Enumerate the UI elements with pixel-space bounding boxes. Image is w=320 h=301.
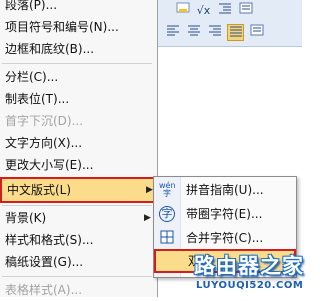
menu-separator bbox=[2, 63, 152, 64]
menu-item-paragraph[interactable]: 段落(P)... bbox=[0, 0, 157, 16]
formatting-toolbar: √x bbox=[158, 0, 302, 47]
format-menu: 段落(P)... 项目符号和编号(N)... 边框和底纹(B)... 分栏(C)… bbox=[0, 0, 158, 297]
enclosed-character-icon: 字 bbox=[159, 206, 175, 222]
list-icon[interactable] bbox=[237, 2, 254, 19]
menu-item-styles-formatting[interactable]: 样式和格式(S)... bbox=[0, 229, 157, 251]
menu-item-text-direction[interactable]: 文字方向(X)... bbox=[0, 132, 157, 154]
menu-item-label: 背景(K) bbox=[5, 211, 47, 225]
submenu-item-label: 合并字符(C)... bbox=[186, 231, 264, 245]
menu-separator bbox=[2, 205, 152, 206]
menu-item-label: 段落(P)... bbox=[5, 0, 58, 12]
submenu-item-phonetic-guide[interactable]: wén 字 拼音指南(U)... bbox=[154, 179, 296, 201]
menu-separator bbox=[2, 276, 152, 277]
menu-item-label: 表格样式(A)... bbox=[5, 283, 83, 297]
menu-item-table-styles: 表格样式(A)... bbox=[0, 279, 157, 301]
watermark-title: 路由器之家 bbox=[194, 254, 304, 278]
submenu-arrow-icon: ▶ bbox=[144, 213, 151, 223]
increase-indent-icon[interactable] bbox=[216, 2, 233, 19]
watermark-url: LUYOUQI520.COM bbox=[196, 280, 304, 291]
menu-item-change-case[interactable]: 更改大小写(E)... bbox=[0, 154, 157, 176]
submenu-item-label: 带圈字符(E)... bbox=[186, 207, 263, 221]
menu-item-label: 首字下沉(D)... bbox=[5, 114, 84, 128]
equation-glyph: √x bbox=[196, 4, 211, 17]
align-right-icon[interactable] bbox=[206, 24, 223, 41]
menu-item-label: 制表位(T)... bbox=[5, 92, 70, 106]
pinyin-guide-icon: wén 字 bbox=[159, 181, 176, 198]
highlight-icon[interactable] bbox=[174, 2, 191, 19]
equation-icon[interactable]: √x bbox=[195, 2, 212, 19]
justify-icon[interactable] bbox=[227, 24, 244, 41]
combine-characters-icon bbox=[159, 230, 175, 246]
align-center-icon[interactable] bbox=[185, 24, 202, 41]
menu-item-tabs[interactable]: 制表位(T)... bbox=[0, 88, 157, 110]
submenu-item-combine-characters[interactable]: 合并字符(C)... bbox=[154, 227, 296, 249]
submenu-arrow-icon: ▶ bbox=[146, 185, 153, 195]
menu-item-columns[interactable]: 分栏(C)... bbox=[0, 66, 157, 88]
menu-item-borders-shading[interactable]: 边框和底纹(B)... bbox=[0, 38, 157, 60]
menu-item-drop-cap: 首字下沉(D)... bbox=[0, 110, 157, 132]
menu-item-label: 边框和底纹(B)... bbox=[5, 42, 95, 56]
menu-item-label: 文字方向(X)... bbox=[5, 136, 83, 150]
submenu-item-enclosed-characters[interactable]: 字 带圈字符(E)... bbox=[154, 203, 296, 225]
align-left-icon[interactable] bbox=[164, 24, 181, 41]
menu-item-label: 中文版式(L) bbox=[7, 183, 72, 197]
menu-item-bullets-numbering[interactable]: 项目符号和编号(N)... bbox=[0, 16, 157, 38]
menu-item-label: 项目符号和编号(N)... bbox=[5, 20, 119, 34]
menu-item-label: 分栏(C)... bbox=[5, 70, 59, 84]
distributed-icon[interactable] bbox=[248, 24, 265, 41]
submenu-item-label: 拼音指南(U)... bbox=[186, 183, 264, 197]
menu-item-label: 更改大小写(E)... bbox=[5, 158, 94, 172]
menu-item-label: 样式和格式(S)... bbox=[5, 233, 94, 247]
menu-item-label: 稿纸设置(G)... bbox=[5, 255, 84, 269]
menu-item-manuscript-setup[interactable]: 稿纸设置(G)... bbox=[0, 251, 157, 273]
site-watermark: 路由器之家 LUYOUQI520.COM bbox=[190, 250, 304, 297]
menu-item-asian-layout[interactable]: 中文版式(L) ▶ bbox=[0, 177, 157, 203]
menu-item-background[interactable]: 背景(K) ▶ bbox=[0, 207, 157, 229]
